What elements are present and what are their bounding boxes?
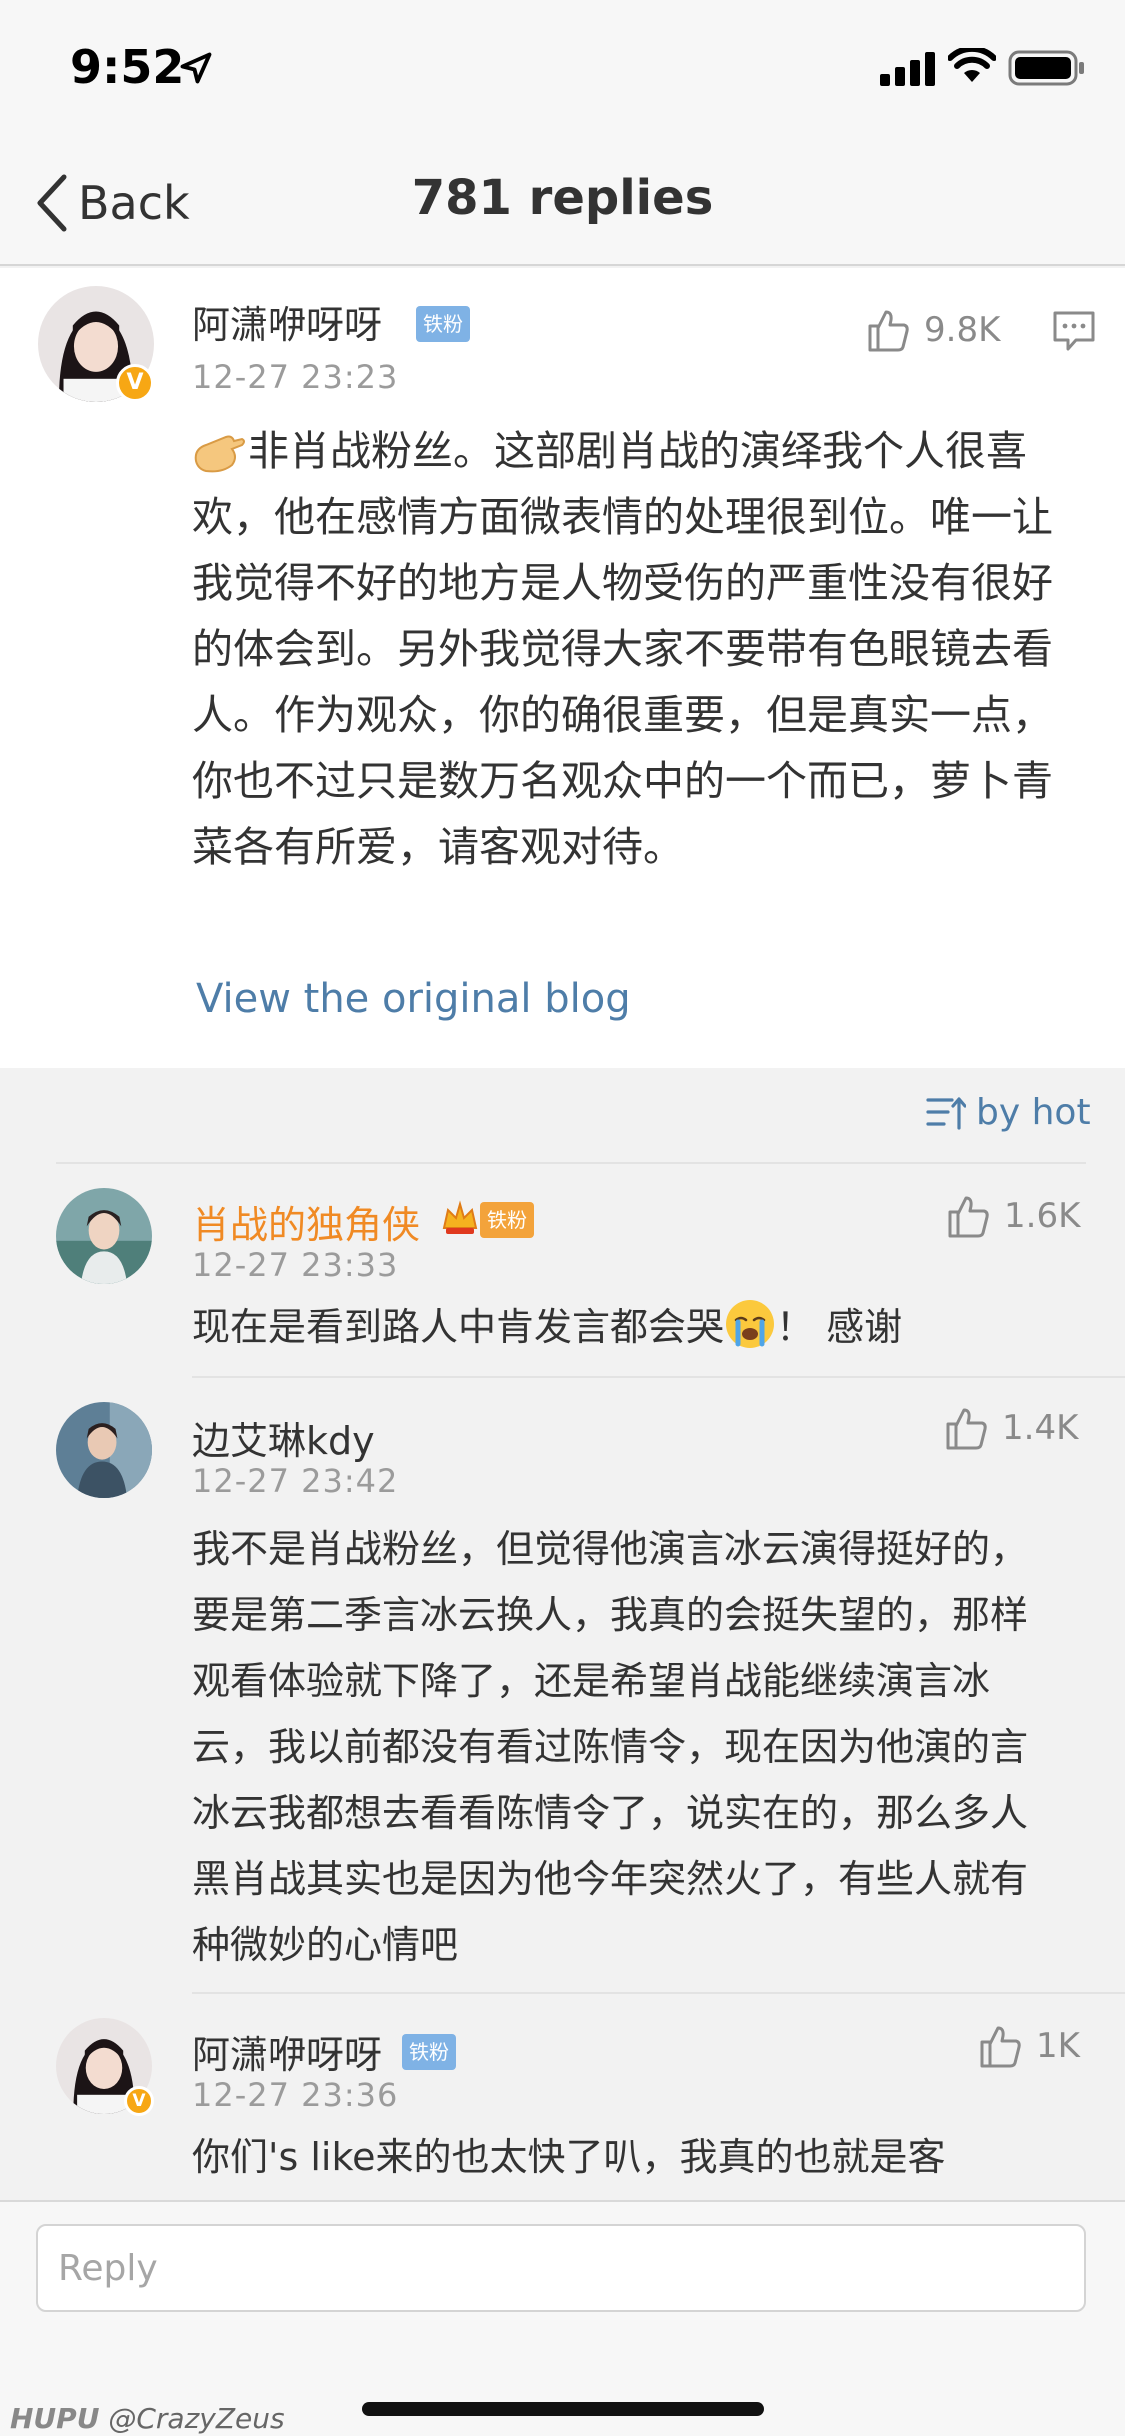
page-title: 781 replies <box>411 170 714 226</box>
avatar[interactable] <box>56 1188 152 1284</box>
verified-badge-icon: V <box>116 364 154 402</box>
comment-text-after: ！ 感谢 <box>776 1305 903 1349</box>
verified-badge-icon: V <box>124 2086 154 2116</box>
comment-timestamp: 12-27 23:33 <box>192 1246 399 1284</box>
post-timestamp: 12-27 23:23 <box>192 358 399 396</box>
watermark-brand: HUPU <box>10 2402 100 2435</box>
main-post: V 阿潇咿呀呀 铁粉 12-27 23:23 9.8K 非肖战粉丝。这部剧肖战的… <box>0 268 1125 1068</box>
comment-author-name[interactable]: 边艾琳kdy <box>192 1410 375 1465</box>
comment-author-name[interactable]: 肖战的独角侠 <box>192 1194 420 1249</box>
thumbs-up-icon <box>980 2026 1021 2068</box>
comment-like-count: 1.6K <box>1004 1196 1081 1236</box>
post-body: 非肖战粉丝。这部剧肖战的演绎我个人很喜欢，他在感情方面微表情的处理很到位。唯一让… <box>192 418 1082 880</box>
fan-tag-badge: 铁粉 <box>402 2034 456 2070</box>
avatar[interactable] <box>56 1402 152 1498</box>
reply-input[interactable] <box>36 2224 1086 2312</box>
divider <box>192 1376 1125 1378</box>
comment-icon[interactable] <box>1052 310 1096 352</box>
sort-icon <box>926 1096 966 1130</box>
home-indicator <box>362 2402 764 2416</box>
fan-tag-badge: 铁粉 <box>416 306 470 342</box>
wifi-icon <box>948 48 996 82</box>
comment-like-button[interactable]: 1K <box>976 2022 1080 2070</box>
thumbs-up-icon <box>868 310 909 352</box>
crying-face-emoji-icon <box>726 1300 775 1348</box>
cellular-signal-icon <box>880 52 935 86</box>
status-bar: 9:52 <box>0 0 1125 140</box>
page: 9:52 Back 781 replies V 阿潇咿呀呀 铁粉 12-27 2… <box>0 0 1125 2436</box>
watermark: HUPU @CrazyZeus <box>10 2402 285 2435</box>
watermark-handle: @CrazyZeus <box>108 2402 285 2435</box>
comment-text: 现在是看到路人中肯发言都会哭 ！ 感谢 <box>192 1294 1062 1360</box>
comment-timestamp: 12-27 23:36 <box>192 2076 399 2114</box>
divider <box>56 1162 1086 1164</box>
comment-like-count: 1K <box>1036 2026 1080 2066</box>
fan-tag-badge: 铁粉 <box>480 1202 534 1238</box>
post-like-button[interactable]: 9.8K <box>864 306 1000 354</box>
sort-label: by hot <box>976 1092 1091 1133</box>
comment-author-name[interactable]: 阿潇咿呀呀 <box>192 2024 382 2079</box>
post-author-name[interactable]: 阿潇咿呀呀 <box>192 294 382 349</box>
post-like-count: 9.8K <box>924 310 1001 350</box>
battery-icon <box>1008 50 1084 86</box>
post-body-text: 非肖战粉丝。这部剧肖战的演绎我个人很喜欢，他在感情方面微表情的处理很到位。唯一让… <box>192 427 1053 871</box>
view-original-blog-link[interactable]: View the original blog <box>196 976 631 1022</box>
thumbs-up-icon <box>946 1408 987 1450</box>
comment-like-button[interactable]: 1.4K <box>942 1404 1078 1452</box>
comment-text: 你们's like来的也太快了叭，我真的也就是客 <box>192 2135 946 2179</box>
comment-like-button[interactable]: 1.6K <box>944 1192 1080 1240</box>
reply-bar: HUPU @CrazyZeus <box>0 2200 1125 2436</box>
location-arrow-icon <box>180 52 212 84</box>
thumbs-up-icon <box>948 1196 989 1238</box>
nav-bar: Back 781 replies <box>0 140 1125 266</box>
comment-text-before: 现在是看到路人中肯发言都会哭 <box>192 1305 725 1349</box>
crown-badge-icon <box>442 1200 478 1234</box>
comment-text: 我不是肖战粉丝，但觉得他演言冰云演得挺好的，要是第二季言冰云换人，我真的会挺失望… <box>192 1527 1029 1967</box>
status-time: 9:52 <box>70 40 185 94</box>
hand-emoji-icon <box>194 435 245 473</box>
divider <box>192 1992 1125 1994</box>
comment-timestamp: 12-27 23:42 <box>192 1462 399 1500</box>
comment-like-count: 1.4K <box>1002 1408 1079 1448</box>
sort-by-hot-button[interactable]: by hot <box>926 1092 1091 1133</box>
